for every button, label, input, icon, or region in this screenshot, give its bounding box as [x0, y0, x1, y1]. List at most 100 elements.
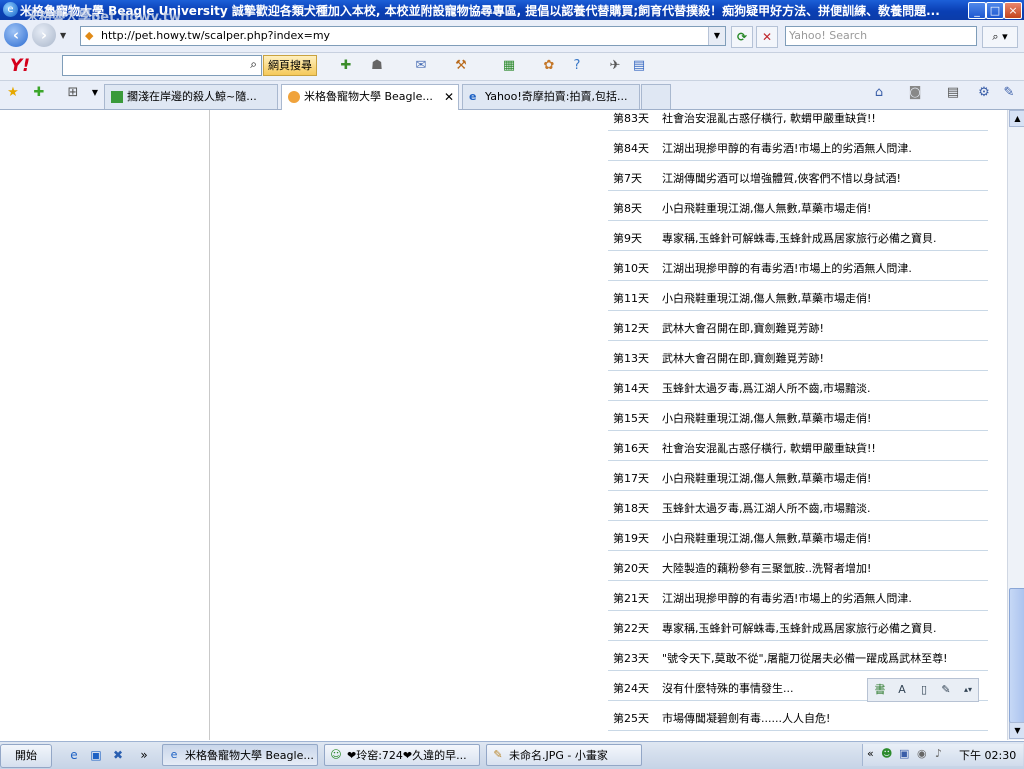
page-menu-icon[interactable]: ▤: [944, 84, 962, 102]
magnifier-icon: ⌕: [250, 57, 257, 71]
column-icon[interactable]: ▯: [916, 682, 932, 697]
profile-icon[interactable]: ☗: [368, 57, 386, 75]
day-label: 第17天: [613, 472, 649, 485]
history-dropdown-icon[interactable]: ▼: [60, 31, 66, 40]
layout-icon[interactable]: ▤: [630, 57, 648, 75]
tools-icon[interactable]: ⚙: [975, 84, 993, 102]
search-input[interactable]: Yahoo! Search: [785, 26, 977, 46]
vertical-scrollbar[interactable]: ▲ ▼: [1007, 110, 1024, 740]
system-tray: « ☻ ▣ ◉ ♪ 下午 02:30: [862, 744, 1023, 766]
answers-icon[interactable]: ?: [568, 57, 586, 75]
auction-icon[interactable]: ⚒: [452, 57, 470, 75]
day-label: 第20天: [613, 562, 649, 575]
scroll-up-arrow[interactable]: ▲: [1009, 110, 1024, 127]
task-1[interactable]: ☺ ❤玲窑:724❤久違的早...: [324, 744, 480, 766]
quicklaunch-more-icon[interactable]: »: [136, 747, 152, 763]
new-tab-button[interactable]: [641, 84, 671, 109]
event-message: 江湖傳聞劣酒可以增強體質,俠客們不惜以身試酒!: [662, 172, 901, 185]
event-message: 小白飛鞋重現江湖,傷人無數,草藥市場走俏!: [662, 472, 872, 485]
url-text: http://pet.howy.tw/scalper.php?index=my: [101, 29, 331, 42]
list-item: 第25天 市場傳聞凝碧劍有毒......人人自危!: [608, 701, 988, 731]
market-news-list: 第83天 社會治安混亂古惑仔橫行, 軟蝟甲嚴重缺貨!! 第84天 江湖出現摻甲醇的有毒…: [608, 110, 988, 731]
list-item: 第17天 小白飛鞋重現江湖,傷人無數,草藥市場走俏!: [608, 461, 988, 491]
home-icon[interactable]: ⌂: [870, 84, 888, 102]
note-icon[interactable]: ✎: [938, 682, 954, 697]
tray-expand-icon[interactable]: «: [867, 747, 874, 760]
games-icon[interactable]: ▦: [500, 57, 518, 75]
mail-icon[interactable]: ✉: [412, 57, 430, 75]
start-button[interactable]: 開始: [0, 744, 52, 768]
translate-icon[interactable]: 書: [872, 682, 888, 697]
maximize-button[interactable]: □: [986, 2, 1004, 19]
yahoo-toolbar: Y! ⌕ 網頁搜尋 ✚ ☗ ✉ ⚒ ▦ ✿ ? ✈ ▤: [0, 53, 1024, 81]
event-message: 沒有什麼特殊的事情發生...: [662, 682, 794, 695]
floatbar-dropdown-icon[interactable]: ▴▾: [960, 682, 976, 697]
day-label: 第14天: [613, 382, 649, 395]
address-dropdown-icon[interactable]: ▼: [708, 27, 725, 45]
day-label: 第13天: [613, 352, 649, 365]
scroll-thumb[interactable]: [1009, 588, 1024, 723]
day-label: 第16天: [613, 442, 649, 455]
list-item: 第15天 小白飛鞋重現江湖,傷人無數,草藥市場走俏!: [608, 401, 988, 431]
task-0[interactable]: e 米格魯寵物大學 Beagle...: [162, 744, 318, 766]
chat-task-icon: ☺: [330, 748, 342, 761]
add-favorite-icon[interactable]: ✚: [30, 84, 48, 102]
event-message: "號令天下,莫敢不從",屠龍刀從屠夫必備一躍成爲武林至尊!: [662, 652, 948, 665]
help-icon[interactable]: ✎: [1000, 84, 1018, 102]
event-message: 小白飛鞋重現江湖,傷人無數,草藥市場走俏!: [662, 202, 872, 215]
list-item: 第23天 "號令天下,莫敢不從",屠龍刀從屠夫必備一躍成爲武林至尊!: [608, 641, 988, 671]
messenger-tray-icon[interactable]: ☻: [881, 747, 892, 760]
volume-tray-icon[interactable]: ♪: [935, 747, 942, 760]
list-item: 第20天 大陸製造的藕粉參有三聚氫胺..洗腎者增加!: [608, 551, 988, 581]
orange-dog-icon: [288, 91, 300, 103]
back-button[interactable]: ‹: [4, 23, 28, 47]
tab-1[interactable]: 米格魯寵物大學 Beagle... ✕: [281, 84, 459, 110]
search-placeholder: Yahoo! Search: [789, 29, 868, 42]
list-item: 第8天 小白飛鞋重現江湖,傷人無數,草藥市場走俏!: [608, 191, 988, 221]
list-item: 第11天 小白飛鞋重現江湖,傷人無數,草藥市場走俏!: [608, 281, 988, 311]
tab-2[interactable]: e Yahoo!奇摩拍賣:拍賣,包括...: [462, 84, 640, 109]
day-label: 第7天: [613, 172, 642, 185]
favorites-star-icon[interactable]: ★: [4, 84, 22, 102]
desktop-icon[interactable]: ▣: [88, 747, 104, 763]
travel-icon[interactable]: ✈: [606, 57, 624, 75]
media-icon[interactable]: ✖: [110, 747, 126, 763]
event-message: 社會治安混亂古惑仔橫行, 軟蝟甲嚴重缺貨!!: [662, 112, 876, 125]
address-input[interactable]: ◆ http://pet.howy.tw/scalper.php?index=m…: [80, 26, 726, 46]
security-tray-icon[interactable]: ◉: [917, 747, 927, 760]
search-go-button[interactable]: ⌕ ▾: [982, 26, 1018, 48]
event-message: 大陸製造的藕粉參有三聚氫胺..洗腎者增加!: [662, 562, 872, 575]
task-2[interactable]: ✎ 未命名.JPG - 小畫家: [486, 744, 642, 766]
yahoo-logo[interactable]: Y!: [10, 56, 30, 76]
stop-button[interactable]: ✕: [756, 26, 778, 48]
list-item: 第7天 江湖傳聞劣酒可以增強體質,俠客們不惜以身試酒!: [608, 161, 988, 191]
network-tray-icon[interactable]: ▣: [899, 747, 909, 760]
day-label: 第9天: [613, 232, 642, 245]
pets-icon[interactable]: ✿: [540, 57, 558, 75]
day-label: 第83天: [613, 112, 649, 125]
font-icon[interactable]: A: [894, 682, 910, 697]
list-item: 第13天 武林大會召開在即,寶劍難覓芳跡!: [608, 341, 988, 371]
close-button[interactable]: ×: [1004, 2, 1022, 19]
event-message: 江湖出現摻甲醇的有毒劣酒!市場上的劣酒無人問津.: [662, 142, 912, 155]
minimize-button[interactable]: _: [968, 2, 986, 19]
close-tab-icon[interactable]: ✕: [444, 85, 454, 109]
bookmark-add-icon[interactable]: ✚: [337, 57, 355, 75]
tab-0[interactable]: 擱淺在岸邊的殺人鯨~隨...: [104, 84, 278, 109]
refresh-button[interactable]: ⟳: [731, 26, 753, 48]
event-message: 玉蜂針太過歹毒,爲江湖人所不齒,市場黯淡.: [662, 502, 871, 515]
yahoo-search-input[interactable]: ⌕: [62, 55, 262, 76]
quick-tabs-icon[interactable]: ⊞: [64, 84, 82, 102]
feeds-icon[interactable]: ◙: [906, 84, 924, 102]
list-item: 第9天 專家稱,玉蜂針可解蛛毒,玉蜂針成爲居家旅行必備之寶貝.: [608, 221, 988, 251]
event-message: 專家稱,玉蜂針可解蛛毒,玉蜂針成爲居家旅行必備之寶貝.: [662, 622, 937, 635]
day-label: 第21天: [613, 592, 649, 605]
forward-button[interactable]: ›: [32, 23, 56, 47]
ie-app-icon: e: [3, 2, 18, 17]
tab-list-icon[interactable]: ▼: [86, 84, 104, 102]
ie-icon: e: [469, 90, 477, 103]
web-search-button[interactable]: 網頁搜尋: [263, 55, 317, 76]
ie-quicklaunch-icon[interactable]: e: [66, 747, 82, 763]
list-item: 第14天 玉蜂針太過歹毒,爲江湖人所不齒,市場黯淡.: [608, 371, 988, 401]
scroll-down-arrow[interactable]: ▼: [1009, 722, 1024, 739]
